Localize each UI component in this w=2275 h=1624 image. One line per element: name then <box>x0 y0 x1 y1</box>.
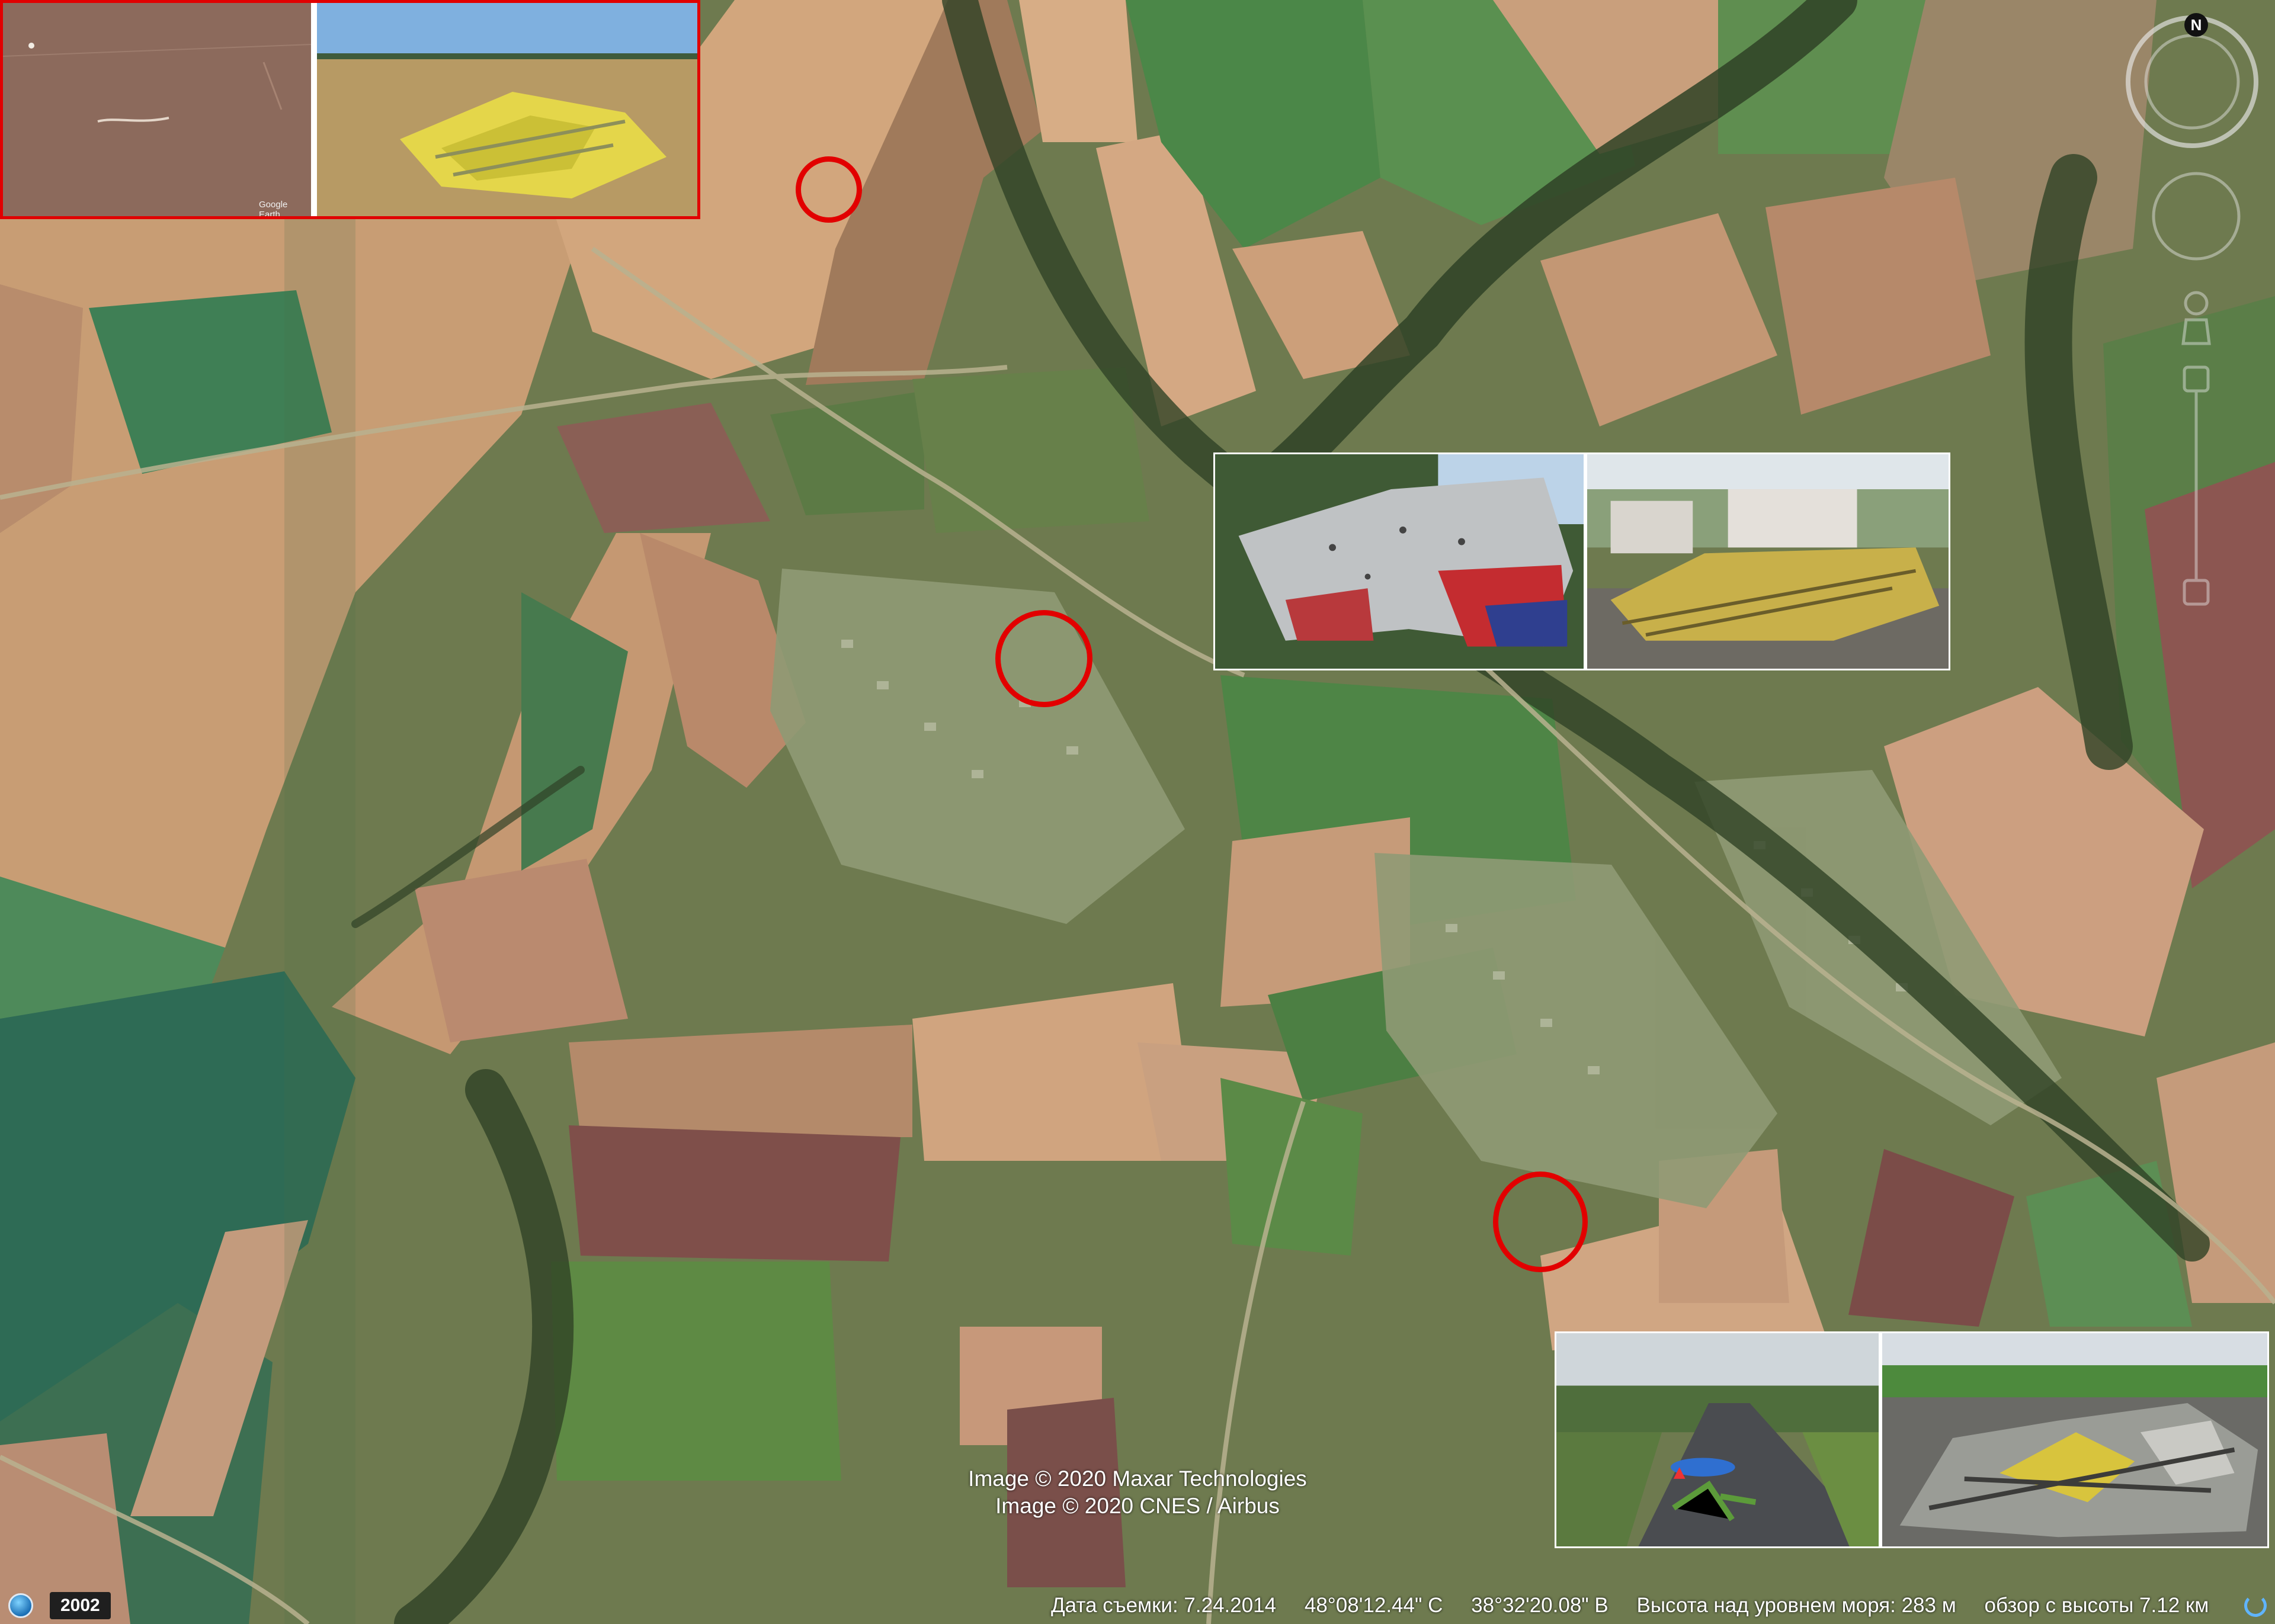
photo-street-debris <box>1555 1331 1880 1548</box>
capture-date: Дата съемки: 7.24.2014 <box>1050 1594 1277 1617</box>
compass-icon[interactable]: N <box>2126 13 2258 148</box>
crash-site-marker <box>995 610 1092 707</box>
compass-north-label: N <box>2191 16 2202 34</box>
longitude-readout: 38°32'20.08" В <box>1471 1594 1608 1617</box>
crash-site-marker <box>796 156 862 223</box>
zoom-slider[interactable] <box>2183 365 2210 606</box>
inset-photo-panel: Google Earth <box>0 0 700 219</box>
street-view-pegman-icon[interactable] <box>2181 291 2211 345</box>
navigation-controls[interactable]: N <box>2121 12 2263 616</box>
inset-satellite-closeup: Google Earth <box>3 3 311 216</box>
attribution-line: Image © 2020 Maxar Technologies <box>968 1466 1307 1491</box>
photo-village-wreckage <box>1585 452 1950 670</box>
elevation-readout: Высота над уровнем моря: 283 м <box>1636 1594 1956 1617</box>
latitude-readout: 48°08'12.44" С <box>1304 1594 1443 1617</box>
streaming-progress-icon <box>2244 1594 2267 1617</box>
historical-imagery-globe-icon[interactable] <box>8 1593 33 1618</box>
inset-attribution: Google Earth <box>259 200 288 219</box>
imagery-attribution: Image © 2020 Maxar Technologies Image © … <box>829 1465 1446 1520</box>
crash-site-marker <box>1493 1172 1588 1272</box>
map-viewport[interactable]: Google Earth Image © 2020 Maxar Technolo… <box>0 0 2275 1624</box>
inset-debris-photo <box>317 3 697 216</box>
attribution-line: Image © 2020 CNES / Airbus <box>995 1494 1280 1518</box>
photo-wreckage-field <box>1880 1331 2269 1548</box>
look-joystick-icon[interactable] <box>2152 172 2241 261</box>
status-readout: Дата съемки: 7.24.2014 48°08'12.44" С 38… <box>1028 1587 2264 1624</box>
status-bar: 2002 Дата съемки: 7.24.2014 48°08'12.44"… <box>0 1587 2275 1624</box>
photo-fuselage-fragment <box>1213 452 1585 670</box>
eye-altitude-readout: обзор с высоты 7.12 км <box>1984 1594 2209 1617</box>
historical-imagery-year-badge[interactable]: 2002 <box>50 1592 111 1619</box>
